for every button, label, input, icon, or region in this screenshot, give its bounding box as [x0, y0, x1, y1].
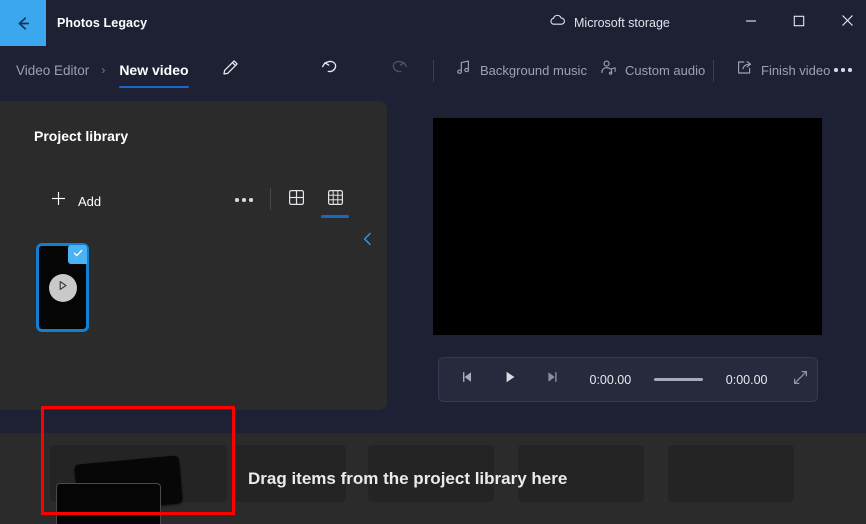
next-frame-icon: [544, 369, 560, 390]
library-item-video-clip[interactable]: [36, 243, 89, 332]
collapse-library-button[interactable]: [355, 228, 381, 254]
breadcrumb-separator-icon: ›: [101, 63, 106, 77]
redo-icon: [388, 57, 409, 83]
play-icon: [55, 278, 70, 298]
breadcrumb-new-video-label: New video: [119, 62, 189, 78]
next-frame-button[interactable]: [535, 358, 569, 401]
view-small-grid-button[interactable]: [281, 185, 311, 215]
active-tab-indicator: [119, 85, 189, 88]
project-library-panel: Project library Add: [0, 101, 387, 410]
library-item-play-button[interactable]: [48, 273, 77, 302]
project-library-title: Project library: [34, 128, 129, 144]
arrow-left-icon: [14, 14, 33, 33]
add-button[interactable]: Add: [44, 186, 107, 216]
current-time: 0:00.00: [589, 372, 632, 387]
previous-frame-button[interactable]: [451, 358, 485, 401]
storyboard-slot-5[interactable]: [668, 445, 794, 502]
previous-frame-icon: [460, 369, 476, 390]
breadcrumb: Video Editor › New video: [12, 46, 195, 94]
dragged-clips-graphic: [50, 445, 227, 524]
grid-2x2-icon: [288, 189, 305, 211]
more-horizontal-icon: [834, 68, 852, 72]
view-selected-indicator: [321, 215, 349, 218]
photos-legacy-window: Photos Legacy Microsoft storage Video Ed…: [0, 0, 866, 524]
breadcrumb-new-video[interactable]: New video: [113, 46, 194, 94]
maximize-button[interactable]: [776, 0, 822, 46]
play-icon: [502, 369, 518, 390]
fullscreen-icon: [792, 369, 809, 391]
play-button[interactable]: [494, 358, 528, 401]
checkmark-icon: [72, 246, 84, 264]
custom-audio-label: Custom audio: [625, 62, 706, 78]
person-audio-icon: [600, 59, 617, 81]
add-label: Add: [78, 193, 102, 209]
video-preview[interactable]: [433, 118, 822, 335]
total-time: 0:00.00: [725, 372, 768, 387]
music-note-icon: [455, 59, 472, 81]
clip-card-back: [74, 455, 183, 513]
toolbar-separator-1: [433, 60, 434, 82]
storage-label: Microsoft storage: [574, 16, 670, 30]
minimize-button[interactable]: [728, 0, 774, 46]
background-music-button[interactable]: Background music: [447, 46, 595, 94]
redo-button[interactable]: [378, 46, 418, 94]
finish-video-button[interactable]: Finish video: [728, 46, 838, 94]
title-bar: Photos Legacy Microsoft storage: [0, 0, 866, 46]
storyboard-slot-1[interactable]: [50, 445, 227, 524]
custom-audio-button[interactable]: Custom audio: [592, 46, 713, 94]
app-title: Photos Legacy: [57, 16, 148, 30]
undo-icon: [320, 57, 341, 83]
maximize-icon: [793, 14, 805, 32]
grid-3x3-icon: [327, 189, 344, 211]
storyboard-slot-4[interactable]: [518, 445, 644, 502]
minimize-icon: [745, 14, 757, 32]
view-large-grid-button[interactable]: [320, 185, 350, 215]
library-more-options-button[interactable]: [230, 187, 258, 213]
background-music-label: Background music: [480, 62, 587, 78]
finish-video-label: Finish video: [761, 62, 831, 78]
microsoft-storage-button[interactable]: Microsoft storage: [549, 0, 670, 46]
toolbar-separator-2: [713, 60, 714, 82]
storyboard-timeline: [0, 433, 866, 524]
undo-button[interactable]: [310, 46, 350, 94]
share-export-icon: [736, 59, 753, 81]
library-item-checkbox[interactable]: [68, 245, 87, 264]
rename-project-button[interactable]: [210, 46, 250, 94]
storyboard-slot-2[interactable]: [234, 445, 346, 502]
fullscreen-button[interactable]: [784, 358, 818, 401]
preview-player-controls: 0:00.00 0:00.00: [438, 357, 818, 402]
chevron-left-icon: [360, 231, 376, 252]
close-icon: [841, 14, 854, 32]
command-bar: Video Editor › New video Background musi…: [0, 46, 866, 94]
close-button[interactable]: [824, 0, 866, 46]
storyboard-slot-3[interactable]: [368, 445, 494, 502]
pencil-icon: [221, 58, 240, 82]
plus-icon: [50, 190, 67, 212]
playback-slider[interactable]: [654, 378, 703, 381]
library-separator: [270, 188, 271, 210]
more-options-button[interactable]: [826, 46, 860, 94]
cloud-icon: [549, 14, 566, 32]
more-horizontal-icon: [235, 198, 253, 202]
breadcrumb-video-editor[interactable]: Video Editor: [12, 63, 93, 78]
back-button[interactable]: [0, 0, 46, 46]
clip-card-front: [56, 483, 161, 524]
